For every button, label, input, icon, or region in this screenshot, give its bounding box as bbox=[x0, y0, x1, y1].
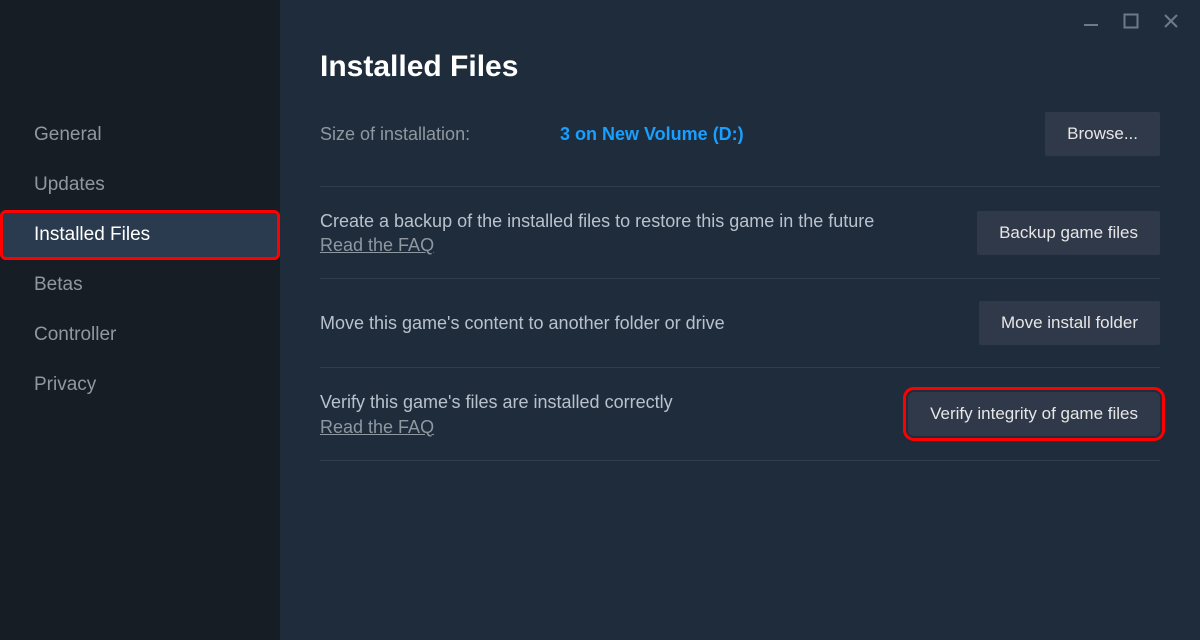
install-row: Size of installation: 3 on New Volume (D… bbox=[320, 112, 1160, 156]
properties-window: General Updates Installed Files Betas Co… bbox=[0, 0, 1200, 640]
verify-faq-link[interactable]: Read the FAQ bbox=[320, 417, 434, 438]
verify-text: Verify this game's files are installed c… bbox=[320, 390, 673, 437]
window-controls bbox=[1082, 12, 1180, 30]
sidebar: General Updates Installed Files Betas Co… bbox=[0, 0, 280, 640]
backup-text: Create a backup of the installed files t… bbox=[320, 209, 874, 256]
page-title: Installed Files bbox=[320, 50, 1160, 84]
maximize-icon[interactable] bbox=[1122, 12, 1140, 30]
move-text: Move this game's content to another fold… bbox=[320, 311, 725, 335]
sidebar-item-betas[interactable]: Betas bbox=[0, 260, 280, 310]
sidebar-item-controller[interactable]: Controller bbox=[0, 310, 280, 360]
backup-desc: Create a backup of the installed files t… bbox=[320, 209, 874, 233]
install-size-label: Size of installation: bbox=[320, 124, 560, 145]
install-location-value: 3 on New Volume (D:) bbox=[560, 124, 1045, 145]
verify-row: Verify this game's files are installed c… bbox=[320, 367, 1160, 460]
verify-desc: Verify this game's files are installed c… bbox=[320, 390, 673, 414]
sidebar-item-general[interactable]: General bbox=[0, 110, 280, 160]
backup-row: Create a backup of the installed files t… bbox=[320, 186, 1160, 278]
close-icon[interactable] bbox=[1162, 12, 1180, 30]
sidebar-item-installed-files[interactable]: Installed Files bbox=[0, 210, 280, 260]
move-row: Move this game's content to another fold… bbox=[320, 278, 1160, 367]
minimize-icon[interactable] bbox=[1082, 12, 1100, 30]
verify-integrity-button[interactable]: Verify integrity of game files bbox=[908, 392, 1160, 436]
main-panel: Installed Files Size of installation: 3 … bbox=[280, 0, 1200, 640]
browse-button[interactable]: Browse... bbox=[1045, 112, 1160, 156]
backup-button[interactable]: Backup game files bbox=[977, 211, 1160, 255]
sidebar-item-updates[interactable]: Updates bbox=[0, 160, 280, 210]
move-desc: Move this game's content to another fold… bbox=[320, 311, 725, 335]
move-button[interactable]: Move install folder bbox=[979, 301, 1160, 345]
sidebar-item-privacy[interactable]: Privacy bbox=[0, 360, 280, 410]
backup-faq-link[interactable]: Read the FAQ bbox=[320, 235, 434, 256]
